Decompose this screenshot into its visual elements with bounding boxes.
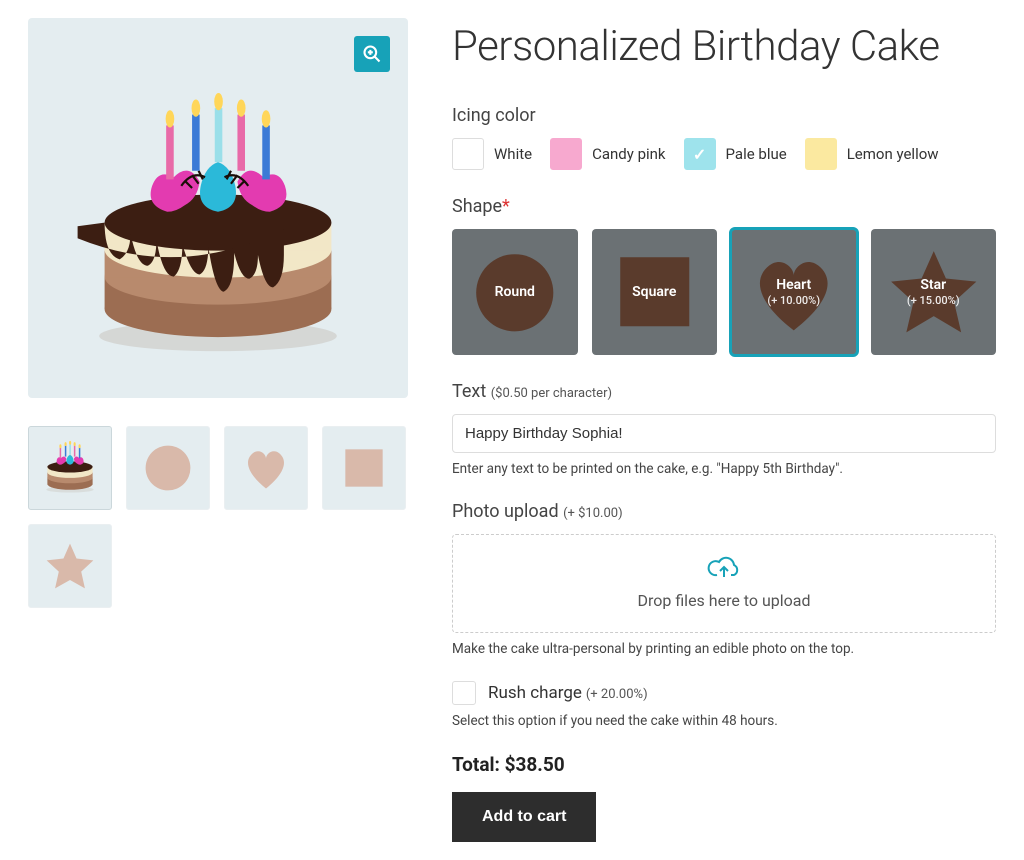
- rush-label: Rush charge: [488, 683, 582, 703]
- shape-option-round[interactable]: Round: [452, 229, 578, 355]
- shape-name: Round: [495, 284, 535, 300]
- thumbnail-heart[interactable]: [224, 426, 308, 510]
- thumbnail-square[interactable]: [322, 426, 406, 510]
- thumbnail-star[interactable]: [28, 524, 112, 608]
- icing-option-label: White: [494, 145, 532, 163]
- photo-upload-label: Photo upload (+ $10.00): [452, 501, 996, 522]
- rush-help: Select this option if you need the cake …: [452, 713, 996, 729]
- photo-label-text: Photo upload: [452, 501, 559, 522]
- cake-text-input[interactable]: [452, 414, 996, 453]
- star-icon: [42, 538, 98, 594]
- text-price-hint: ($0.50 per character): [491, 386, 612, 401]
- swatch-pale-blue: ✓: [684, 138, 716, 170]
- icing-option-white[interactable]: ✓ White: [452, 138, 532, 170]
- icing-label: Icing color: [452, 105, 996, 126]
- cake-illustration: [78, 93, 359, 363]
- swatch-lemon-yellow: ✓: [805, 138, 837, 170]
- shape-name: Heart: [776, 277, 811, 293]
- zoom-button[interactable]: [354, 36, 390, 72]
- swatch-white: ✓: [452, 138, 484, 170]
- photo-price-hint: (+ $10.00): [563, 506, 623, 521]
- text-label-text: Text: [452, 381, 486, 402]
- shape-options: Round Square Heart (+ 10.00%) Star (+ 15…: [452, 229, 996, 355]
- rush-checkbox[interactable]: [452, 681, 476, 705]
- dropzone-text: Drop files here to upload: [453, 591, 995, 610]
- icing-option-label: Pale blue: [726, 145, 787, 163]
- total-label: Total:: [452, 753, 500, 776]
- shape-label: Shape*: [452, 196, 996, 217]
- icing-option-candy-pink[interactable]: ✓ Candy pink: [550, 138, 665, 170]
- icing-option-label: Candy pink: [592, 145, 665, 163]
- shape-surcharge: (+ 10.00%): [767, 294, 820, 308]
- circle-icon: [140, 440, 196, 496]
- swatch-candy-pink: ✓: [550, 138, 582, 170]
- total-price: Total: $38.50: [452, 753, 996, 776]
- icing-option-label: Lemon yellow: [847, 145, 939, 163]
- required-asterisk: *: [502, 196, 510, 217]
- magnify-plus-icon: [362, 44, 382, 64]
- shape-name: Square: [632, 284, 676, 300]
- text-field-help: Enter any text to be printed on the cake…: [452, 461, 996, 477]
- shape-name: Star: [920, 277, 946, 293]
- shape-option-heart[interactable]: Heart (+ 10.00%): [731, 229, 857, 355]
- total-value: $38.50: [505, 753, 565, 776]
- rush-charge-option[interactable]: Rush charge (+ 20.00%): [452, 681, 996, 705]
- heart-icon: [238, 440, 294, 496]
- shape-surcharge: (+ 15.00%): [907, 294, 960, 308]
- shape-label-text: Shape: [452, 196, 502, 217]
- rush-price-hint: (+ 20.00%): [586, 687, 648, 702]
- check-icon: ✓: [693, 145, 706, 164]
- product-details: Personalized Birthday Cake Icing color ✓…: [452, 18, 996, 842]
- gallery-thumbnails: [28, 426, 408, 608]
- text-field-label: Text ($0.50 per character): [452, 381, 996, 402]
- add-to-cart-button[interactable]: Add to cart: [452, 792, 596, 842]
- gallery-main-image[interactable]: [28, 18, 408, 398]
- square-icon: [336, 440, 392, 496]
- thumbnail-cake[interactable]: [28, 426, 112, 510]
- photo-help: Make the cake ultra-personal by printing…: [452, 641, 996, 657]
- product-gallery: [28, 18, 408, 608]
- icing-option-lemon-yellow[interactable]: ✓ Lemon yellow: [805, 138, 939, 170]
- shape-option-star[interactable]: Star (+ 15.00%): [871, 229, 997, 355]
- product-page: Personalized Birthday Cake Icing color ✓…: [28, 18, 996, 842]
- shape-option-square[interactable]: Square: [592, 229, 718, 355]
- product-title: Personalized Birthday Cake: [452, 22, 996, 71]
- thumbnail-round[interactable]: [126, 426, 210, 510]
- icing-option-pale-blue[interactable]: ✓ Pale blue: [684, 138, 787, 170]
- icing-color-options: ✓ White ✓ Candy pink ✓ Pale blue ✓ Lemon…: [452, 138, 996, 170]
- photo-dropzone[interactable]: Drop files here to upload: [452, 534, 996, 633]
- cloud-upload-icon: [453, 553, 995, 585]
